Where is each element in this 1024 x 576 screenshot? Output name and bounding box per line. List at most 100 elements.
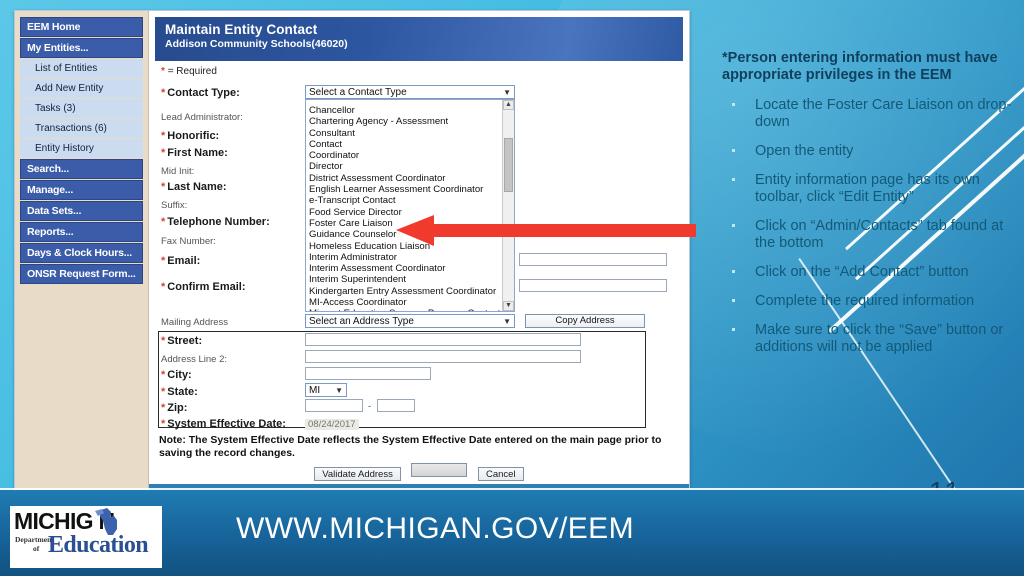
sidebar-item-search[interactable]: Search...: [20, 159, 143, 179]
required-legend: * = Required: [161, 66, 217, 77]
address-line-2-field[interactable]: [305, 350, 581, 363]
save-button[interactable]: [411, 463, 468, 477]
label-email: * Email:: [161, 255, 201, 267]
list-item[interactable]: District Assessment Coordinator: [306, 173, 514, 184]
bullet-dot-icon: [732, 178, 735, 181]
sidebar-item-onsr-request-form[interactable]: ONSR Request Form...: [20, 264, 143, 284]
sidebar-item-tasks[interactable]: Tasks (3): [20, 99, 143, 118]
bullet-dot-icon: [732, 149, 735, 152]
bullet-item: Complete the required information: [722, 293, 1012, 310]
email-field[interactable]: [519, 253, 667, 266]
eem-form-content: Maintain Entity Contact Addison Communit…: [149, 11, 689, 491]
sidebar-item-list-of-entities[interactable]: List of Entities: [20, 59, 143, 78]
sidebar-item-transactions[interactable]: Transactions (6): [20, 119, 143, 138]
bullet-dot-icon: [732, 103, 735, 106]
bullet-item: Entity information page has its own tool…: [722, 172, 1012, 206]
label-city: * City:: [161, 369, 192, 381]
list-item[interactable]: Contact: [306, 139, 514, 150]
list-item[interactable]: English Learner Assessment Coordinator: [306, 184, 514, 195]
cancel-button[interactable]: Cancel: [477, 467, 524, 481]
label-lead-administrator: Lead Administrator:: [161, 112, 243, 123]
bullet-item: Click on the “Add Contact” button: [722, 264, 1012, 281]
chevron-down-icon: ▼: [503, 88, 511, 97]
contact-type-options: Chancellor Chartering Agency - Assessmen…: [306, 100, 514, 311]
michigan-department-of-education-logo: MICHIG N Department of Education: [10, 506, 162, 568]
bullet-dot-icon: [732, 224, 735, 227]
instruction-heading: *Person entering information must have a…: [722, 50, 998, 83]
sidebar-item-reports[interactable]: Reports...: [20, 222, 143, 242]
label-mid-init: Mid Init:: [161, 166, 195, 177]
chevron-down-icon: ▼: [503, 317, 511, 326]
label-state: * State:: [161, 386, 198, 398]
address-type-selected-value: Select an Address Type: [309, 316, 414, 327]
list-item[interactable]: Chancellor: [306, 105, 514, 116]
label-confirm-email: * Confirm Email:: [161, 281, 246, 293]
scrollbar-thumb[interactable]: [504, 138, 513, 192]
label-suffix: Suffix:: [161, 200, 188, 211]
eem-sidebar-nav: EEM Home My Entities... List of Entities…: [15, 11, 149, 491]
sidebar-item-eem-home[interactable]: EEM Home: [20, 17, 143, 37]
sidebar-item-days-clock-hours[interactable]: Days & Clock Hours...: [20, 243, 143, 263]
system-effective-date-value: 08/24/2017: [305, 419, 359, 430]
city-field[interactable]: [305, 367, 431, 380]
validate-address-button[interactable]: Validate Address: [314, 467, 401, 481]
sidebar-item-data-sets[interactable]: Data Sets...: [20, 201, 143, 221]
sidebar-item-add-new-entity[interactable]: Add New Entity: [20, 79, 143, 98]
instruction-panel: *Person entering information must have a…: [722, 50, 1012, 368]
label-zip: * Zip:: [161, 402, 188, 414]
list-item[interactable]: Interim Superintendent: [306, 274, 514, 285]
bullet-item: Locate the Foster Care Liaison on drop-d…: [722, 97, 1012, 131]
logo-wordmark-department-of-education: Department of Education: [15, 532, 149, 558]
contact-type-select[interactable]: Select a Contact Type ▼: [305, 85, 515, 99]
bullet-dot-icon: [732, 270, 735, 273]
form-button-row: Validate Address Cancel: [149, 463, 689, 482]
list-item[interactable]: Consultant: [306, 128, 514, 139]
confirm-email-field[interactable]: [519, 279, 667, 292]
option-list-scrollbar[interactable]: ▲ ▼: [502, 100, 514, 311]
address-type-select[interactable]: Select an Address Type ▼: [305, 314, 515, 328]
scroll-up-icon[interactable]: ▲: [503, 100, 514, 110]
zip-field[interactable]: [305, 399, 363, 412]
system-effective-date-note: Note: The System Effective Date reflects…: [159, 434, 662, 459]
arrow-left-icon: [396, 215, 696, 246]
contact-form: * Contact Type: Lead Administrator: * Hono…: [149, 79, 689, 491]
contact-type-selected-value: Select a Contact Type: [309, 87, 407, 98]
bullet-item: Click on “Admin/Contacts” tab found at t…: [722, 218, 1012, 252]
street-field[interactable]: [305, 333, 581, 346]
copy-address-button[interactable]: Copy Address: [525, 314, 645, 328]
list-item[interactable]: e-Transcript Contact: [306, 195, 514, 206]
list-item[interactable]: Migrant Education Summer Program Contact: [306, 308, 514, 311]
required-asterisk-icon: *: [161, 66, 165, 77]
label-address-line-2: Address Line 2:: [161, 354, 228, 365]
list-item[interactable]: Chartering Agency - Assessment: [306, 116, 514, 127]
instruction-bullet-list: Locate the Foster Care Liaison on drop-d…: [722, 97, 1012, 356]
label-telephone-number: * Telephone Number:: [161, 216, 270, 228]
eem-application-screenshot: EEM Home My Entities... List of Entities…: [14, 10, 690, 492]
list-item[interactable]: MI-Access Coordinator: [306, 297, 514, 308]
chevron-down-icon: ▼: [335, 386, 343, 395]
list-item[interactable]: Kindergarten Entry Assessment Coordinato…: [306, 286, 514, 297]
label-fax-number: Fax Number:: [161, 236, 216, 247]
state-select[interactable]: MI ▼: [305, 383, 347, 397]
state-selected-value: MI: [309, 385, 321, 396]
sidebar-item-my-entities[interactable]: My Entities...: [20, 38, 143, 58]
zip-plus-four-field[interactable]: [377, 399, 415, 412]
list-item-clipped[interactable]: [306, 100, 514, 105]
list-item[interactable]: Director: [306, 161, 514, 172]
list-item[interactable]: Interim Administrator: [306, 252, 514, 263]
label-honorific: * Honorific:: [161, 130, 220, 142]
contact-type-option-list[interactable]: Chancellor Chartering Agency - Assessmen…: [305, 99, 515, 312]
page-title: Maintain Entity Contact: [165, 22, 318, 37]
list-item[interactable]: Coordinator: [306, 150, 514, 161]
bullet-dot-icon: [732, 328, 735, 331]
sidebar-item-entity-history[interactable]: Entity History: [20, 139, 143, 158]
label-mailing-address: Mailing Address: [161, 317, 229, 328]
entity-name: Addison Community Schools(46020): [165, 38, 348, 50]
sidebar-item-manage[interactable]: Manage...: [20, 180, 143, 200]
scroll-down-icon[interactable]: ▼: [503, 301, 514, 311]
bullet-dot-icon: [732, 299, 735, 302]
bullet-item: Open the entity: [722, 143, 1012, 160]
zip-separator: -: [368, 401, 372, 412]
list-item[interactable]: Interim Assessment Coordinator: [306, 263, 514, 274]
label-last-name: * Last Name:: [161, 181, 227, 193]
